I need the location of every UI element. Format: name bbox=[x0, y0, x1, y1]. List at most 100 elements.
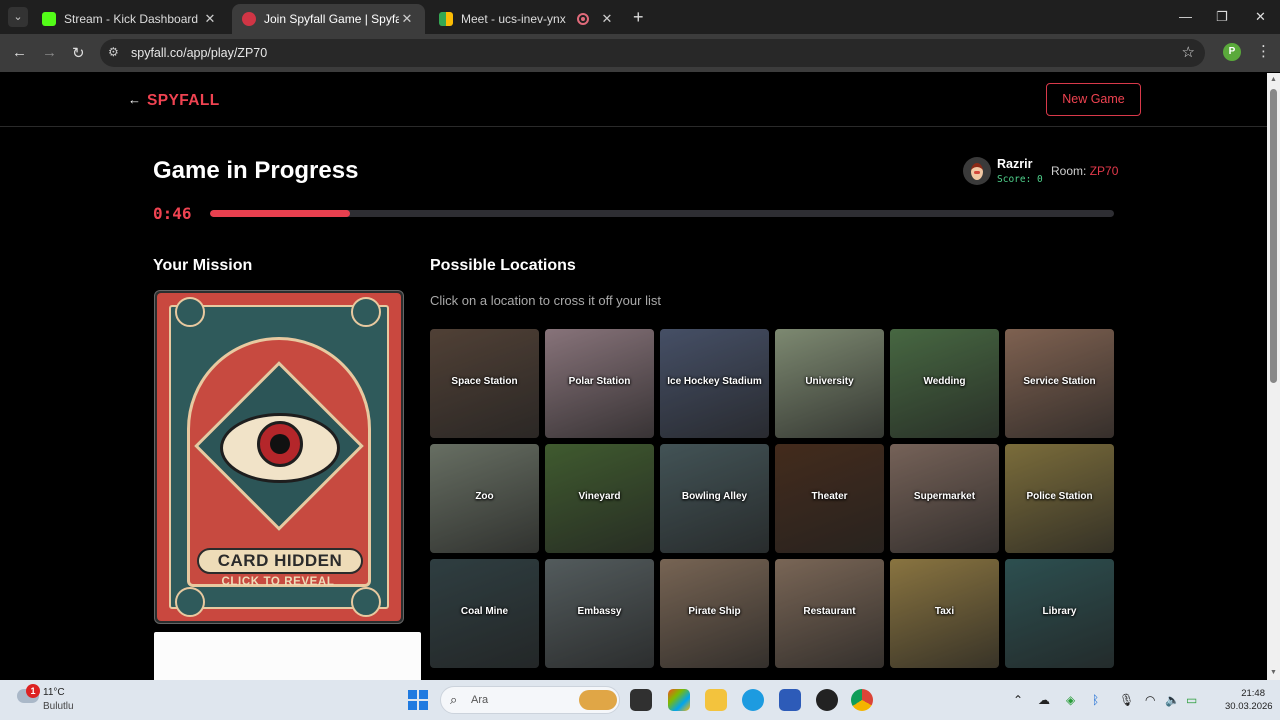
tab-kick-dashboard[interactable]: Stream - Kick Dashboard ✕ bbox=[32, 4, 228, 34]
locations-title: Possible Locations bbox=[430, 257, 576, 274]
page-scrollbar[interactable]: ▲ ▼ bbox=[1267, 73, 1280, 680]
site-info-icon[interactable]: ⚙ bbox=[108, 45, 119, 59]
card-hidden-label: CARD HIDDEN bbox=[197, 548, 363, 574]
brand-logo[interactable]: SPYFALL bbox=[147, 92, 220, 110]
window-close-icon[interactable]: ✕ bbox=[1255, 9, 1266, 25]
location-label: Zoo bbox=[475, 491, 494, 502]
taskbar-search[interactable]: ⌕ Ara bbox=[440, 686, 620, 714]
minimize-icon[interactable]: — bbox=[1179, 9, 1192, 24]
card-ornament-icon bbox=[175, 587, 205, 617]
tab-spyfall[interactable]: Join Spyfall Game | Spyfall Onli ✕ bbox=[232, 4, 425, 34]
location-tile[interactable]: Supermarket bbox=[890, 444, 999, 553]
tray-expand-icon[interactable]: ⌃ bbox=[1013, 693, 1023, 707]
location-tile[interactable]: Coal Mine bbox=[430, 559, 539, 668]
click-to-reveal-label: CLICK TO REVEAL bbox=[221, 576, 335, 588]
location-tile[interactable]: Zoo bbox=[430, 444, 539, 553]
location-tile[interactable]: Pirate Ship bbox=[660, 559, 769, 668]
volume-icon[interactable]: 🔈 bbox=[1165, 693, 1180, 707]
reload-icon[interactable]: ↻ bbox=[72, 44, 85, 62]
location-tile[interactable]: Space Station bbox=[430, 329, 539, 438]
location-tile[interactable]: Wedding bbox=[890, 329, 999, 438]
restore-icon[interactable]: ❐ bbox=[1216, 9, 1228, 25]
close-icon[interactable]: ✕ bbox=[399, 11, 415, 27]
location-label: Taxi bbox=[934, 606, 955, 617]
locations-subtitle: Click on a location to cross it off your… bbox=[430, 293, 661, 308]
tab-label: Join Spyfall Game | Spyfall Onli bbox=[264, 12, 399, 26]
location-tile[interactable]: University bbox=[775, 329, 884, 438]
scrollbar-thumb[interactable] bbox=[1270, 89, 1277, 383]
weather-temperature[interactable]: 11°C bbox=[43, 687, 65, 698]
location-tile[interactable]: Library bbox=[1005, 559, 1114, 668]
room-code: ZP70 bbox=[1089, 164, 1119, 178]
battery-icon[interactable]: ▭ bbox=[1186, 693, 1197, 707]
tab-label: Stream - Kick Dashboard bbox=[64, 12, 199, 26]
mission-card[interactable]: CARD HIDDEN CLICK TO REVEAL bbox=[154, 290, 404, 624]
location-label: Restaurant bbox=[803, 606, 856, 617]
task-view-icon[interactable] bbox=[630, 689, 652, 711]
obs-icon[interactable] bbox=[816, 689, 838, 711]
room-label: Room: bbox=[1051, 164, 1087, 178]
bookmark-star-icon[interactable]: ☆ bbox=[1182, 43, 1195, 61]
location-label: Wedding bbox=[923, 376, 966, 387]
tab-label: Meet - ucs-inev-ynx bbox=[461, 12, 566, 26]
location-tile[interactable]: Service Station bbox=[1005, 329, 1114, 438]
location-label: University bbox=[805, 376, 854, 387]
location-label: Bowling Alley bbox=[681, 491, 748, 502]
close-icon[interactable]: ✕ bbox=[202, 11, 218, 27]
timer-progress-fill bbox=[210, 210, 351, 217]
search-placeholder: Ara bbox=[471, 694, 489, 706]
chrome-icon[interactable] bbox=[851, 689, 873, 711]
card-ornament-icon bbox=[351, 587, 381, 617]
forward-arrow-icon[interactable]: → bbox=[42, 44, 57, 61]
microphone-icon[interactable]: 🎙 bbox=[1119, 693, 1134, 707]
location-tile[interactable]: Bowling Alley bbox=[660, 444, 769, 553]
scroll-down-icon[interactable]: ▼ bbox=[1270, 669, 1277, 676]
scroll-up-icon[interactable]: ▲ bbox=[1270, 76, 1277, 83]
location-tile[interactable]: Polar Station bbox=[545, 329, 654, 438]
windows-start-icon[interactable] bbox=[408, 690, 428, 710]
wifi-icon[interactable]: ◠ bbox=[1145, 693, 1155, 707]
windows-taskbar: 1 11°C Bulutlu ⌕ Ara ⌃ ☁ ◈ ᛒ 🎙 ◠ 🔈 ▭ 21:… bbox=[0, 680, 1280, 720]
player-name: Razrir bbox=[997, 157, 1033, 171]
location-label: Ice Hockey Stadium bbox=[667, 376, 762, 387]
location-tile[interactable]: Police Station bbox=[1005, 444, 1114, 553]
copilot-icon[interactable] bbox=[668, 689, 690, 711]
tab-search-button[interactable]: ⌄ bbox=[8, 7, 28, 27]
bluetooth-icon[interactable]: ᛒ bbox=[1092, 693, 1099, 707]
location-tile[interactable]: Embassy bbox=[545, 559, 654, 668]
page-title: Game in Progress bbox=[153, 157, 359, 184]
mission-panel bbox=[154, 632, 421, 680]
back-arrow-icon[interactable]: ← bbox=[128, 92, 141, 107]
location-tile[interactable]: Vineyard bbox=[545, 444, 654, 553]
store-icon[interactable] bbox=[779, 689, 801, 711]
system-clock[interactable]: 21:48 30.03.2026 bbox=[1225, 687, 1273, 713]
game-timer: 0:46 bbox=[153, 204, 192, 223]
browser-tab-bar: ⌄ Stream - Kick Dashboard ✕ Join Spyfall… bbox=[0, 0, 1280, 34]
new-game-button[interactable]: New Game bbox=[1046, 83, 1141, 116]
url-text[interactable]: spyfall.co/app/play/ZP70 bbox=[131, 46, 267, 60]
weather-description[interactable]: Bulutlu bbox=[43, 701, 74, 712]
onedrive-icon[interactable]: ☁ bbox=[1038, 693, 1050, 707]
tab-meet[interactable]: Meet - ucs-inev-ynx ✕ bbox=[429, 4, 625, 34]
location-tile[interactable]: Theater bbox=[775, 444, 884, 553]
close-icon[interactable]: ✕ bbox=[599, 11, 615, 27]
browser-menu-icon[interactable]: ⋮ bbox=[1256, 42, 1271, 60]
card-ornament-icon bbox=[175, 297, 205, 327]
location-tile[interactable]: Ice Hockey Stadium bbox=[660, 329, 769, 438]
location-label: Theater bbox=[811, 491, 848, 502]
file-explorer-icon[interactable] bbox=[705, 689, 727, 711]
location-tile[interactable]: Taxi bbox=[890, 559, 999, 668]
profile-avatar[interactable]: P bbox=[1223, 43, 1241, 61]
player-score: Score: 0 bbox=[997, 174, 1043, 185]
recording-icon bbox=[577, 13, 589, 25]
location-label: Vineyard bbox=[578, 491, 621, 502]
address-bar[interactable]: ⚙ spyfall.co/app/play/ZP70 ☆ bbox=[100, 39, 1205, 67]
security-icon[interactable]: ◈ bbox=[1066, 693, 1075, 707]
browser-toolbar: ← → ↻ ⚙ spyfall.co/app/play/ZP70 ☆ P ⋮ bbox=[0, 34, 1280, 72]
edge-icon[interactable] bbox=[742, 689, 764, 711]
new-tab-button[interactable]: + bbox=[633, 8, 644, 26]
avatar bbox=[963, 157, 991, 185]
back-arrow-icon[interactable]: ← bbox=[12, 44, 27, 61]
location-tile[interactable]: Restaurant bbox=[775, 559, 884, 668]
location-label: Polar Station bbox=[568, 376, 631, 387]
